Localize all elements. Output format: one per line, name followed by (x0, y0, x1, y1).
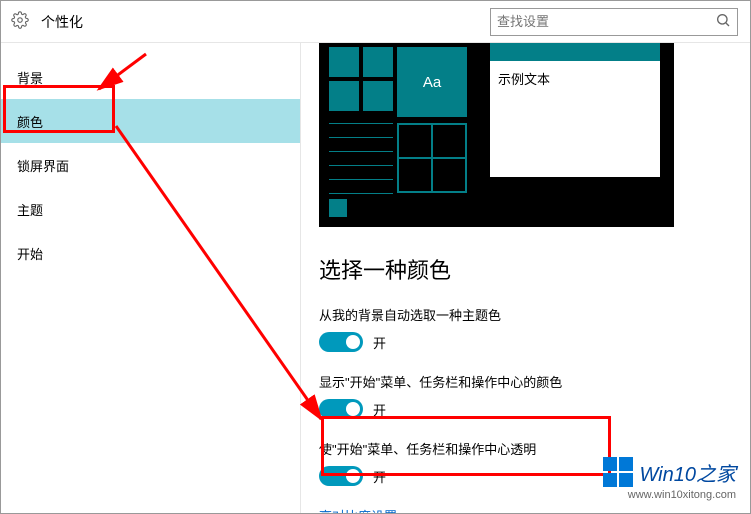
toggle-state: 开 (373, 467, 386, 486)
body: 背景 颜色 锁屏界面 主题 开始 Aa (1, 43, 750, 513)
preview-window-body: 示例文本 (490, 61, 660, 96)
section-heading: 选择一种颜色 (319, 253, 732, 285)
preview-tile (329, 81, 359, 111)
preview-tile (363, 81, 393, 111)
search-box[interactable] (490, 8, 738, 36)
setting-label-transparency: 使"开始"菜单、任务栏和操作中心透明 (319, 439, 732, 458)
high-contrast-link[interactable]: 高对比度设置 (319, 506, 732, 513)
page-title: 个性化 (41, 12, 490, 32)
toggle-state: 开 (373, 400, 386, 419)
sidebar-item-colors[interactable]: 颜色 (1, 99, 300, 143)
toggle-transparency[interactable] (319, 466, 363, 486)
sidebar-item-lockscreen[interactable]: 锁屏界面 (1, 143, 300, 187)
preview-tile-text: Aa (423, 74, 441, 91)
preview-tile (329, 47, 359, 77)
gear-icon (11, 11, 41, 32)
toggle-state: 开 (373, 333, 386, 352)
header: 个性化 (1, 1, 750, 43)
watermark: Win10之家 www.win10xitong.com (603, 457, 736, 501)
sidebar-item-start[interactable]: 开始 (1, 231, 300, 275)
search-input[interactable] (497, 14, 715, 29)
sidebar-item-label: 背景 (17, 68, 43, 87)
watermark-url: www.win10xitong.com (603, 489, 736, 501)
sidebar-item-background[interactable]: 背景 (1, 55, 300, 99)
sidebar-item-label: 颜色 (17, 112, 43, 131)
setting-label-show-color: 显示"开始"菜单、任务栏和操作中心的颜色 (319, 372, 732, 391)
content: Aa 示例文本 选择一种颜色 从我的背景自动选取一种主题色 开 显示"开始"菜单… (301, 43, 750, 513)
sidebar-item-themes[interactable]: 主题 (1, 187, 300, 231)
preview-tile-large: Aa (397, 47, 467, 117)
toggle-auto-color[interactable] (319, 332, 363, 352)
windows-logo-icon (603, 457, 633, 487)
preview-window-titlebar (490, 43, 660, 61)
preview-tile (363, 47, 393, 77)
search-icon[interactable] (715, 12, 731, 31)
sidebar-item-label: 锁屏界面 (17, 156, 69, 175)
sidebar: 背景 颜色 锁屏界面 主题 开始 (1, 43, 301, 513)
setting-label-auto-color: 从我的背景自动选取一种主题色 (319, 305, 732, 324)
sidebar-item-label: 开始 (17, 244, 43, 263)
preview-start-button (329, 199, 347, 217)
color-preview: Aa 示例文本 (319, 43, 674, 227)
preview-grid (397, 123, 467, 193)
sidebar-item-label: 主题 (17, 200, 43, 219)
toggle-show-color[interactable] (319, 399, 363, 419)
preview-window: 示例文本 (490, 43, 660, 177)
watermark-brand: Win10之家 (639, 458, 736, 487)
preview-list (329, 123, 393, 193)
